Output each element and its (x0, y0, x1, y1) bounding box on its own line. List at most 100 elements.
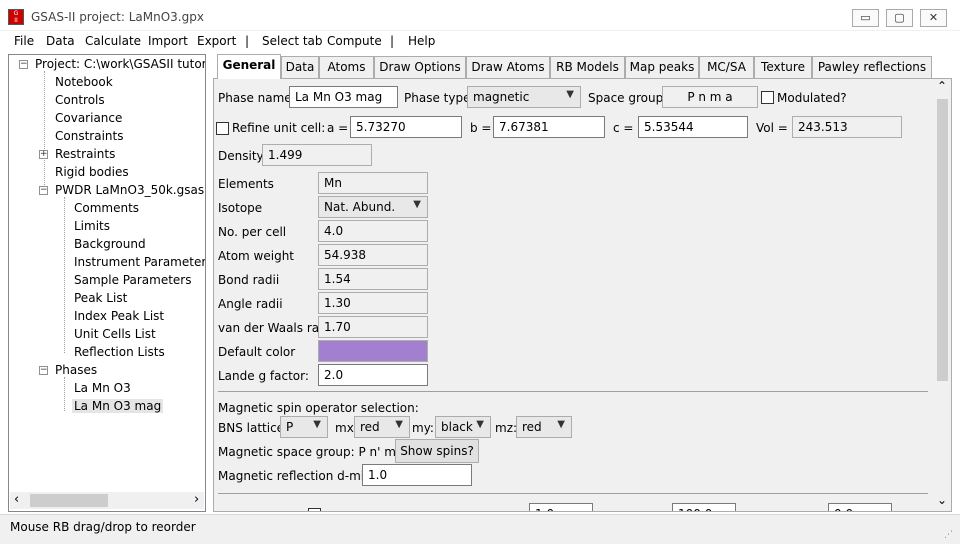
tab-texture[interactable]: Texture (754, 56, 812, 78)
tab-mc-sa[interactable]: MC/SA (699, 56, 754, 78)
tree-horizontal-scrollbar[interactable]: ‹ › (10, 492, 204, 509)
tree-item-notebook[interactable]: Notebook (55, 75, 113, 89)
modulated-label: Modulated? (777, 91, 847, 105)
cell-c-field[interactable]: 5.53544 (638, 116, 748, 138)
scroll-left-icon[interactable]: ‹ (14, 492, 19, 507)
refine-cell-checkbox[interactable] (216, 122, 229, 135)
angle-radii-value[interactable]: 1.30 (318, 292, 428, 314)
menu-export[interactable]: Export (197, 34, 236, 48)
tree-item-restraints[interactable]: Restraints (55, 147, 115, 161)
mz-color-select[interactable]: red ▼ (516, 416, 572, 438)
tree-item-rigid-bodies[interactable]: Rigid bodies (55, 165, 129, 179)
tab-map-peaks[interactable]: Map peaks (625, 56, 699, 78)
title-bar[interactable]: G II GSAS-II project: LaMnO3.gpx ▭ ▢ ✕ (0, 0, 960, 31)
menu-file[interactable]: File (14, 34, 34, 48)
menu-compute[interactable]: Compute (327, 34, 382, 48)
menu-help[interactable]: Help (408, 34, 435, 48)
close-button[interactable]: ✕ (920, 9, 947, 27)
maximize-button[interactable]: ▢ (886, 9, 913, 27)
a-label: a = (327, 121, 349, 135)
tree-item-controls[interactable]: Controls (55, 93, 105, 107)
phase-name-field[interactable]: La Mn O3 mag (289, 86, 398, 108)
bns-lattice-select[interactable]: P ▼ (280, 416, 328, 438)
collapse-icon[interactable]: − (39, 366, 48, 375)
space-group-field[interactable]: P n m a (662, 86, 758, 108)
tab-draw-options[interactable]: Draw Options (374, 56, 466, 78)
scroll-up-icon[interactable]: ⌃ (937, 79, 947, 93)
tree-item-covariance[interactable]: Covariance (55, 111, 122, 125)
scroll-down-icon[interactable]: ⌄ (937, 493, 947, 507)
b-label: b = (470, 121, 492, 135)
default-color-swatch[interactable] (318, 340, 428, 362)
cell-volume-field[interactable]: 243.513 (792, 116, 902, 138)
magnetic-space-group-label: Magnetic space group: P n' m a' (218, 445, 411, 459)
partial-field-2[interactable]: 100.0 (672, 503, 736, 511)
tree-item-constraints[interactable]: Constraints (55, 129, 123, 143)
atom-weight-value[interactable]: 54.938 (318, 244, 428, 266)
menu-select-tab[interactable]: Select tab (262, 34, 323, 48)
tree-connector (64, 197, 65, 353)
tree-item-unit-cells-list[interactable]: Unit Cells List (74, 327, 156, 341)
phase-type-value: magnetic (473, 90, 530, 104)
panel-vertical-scrollbar[interactable]: ⌃ ⌄ (934, 79, 951, 511)
tree-item-background[interactable]: Background (74, 237, 146, 251)
vdw-radii-value[interactable]: 1.70 (318, 316, 428, 338)
show-spins-button[interactable]: Show spins? (395, 439, 479, 463)
tree-item-phase-lamno3-mag[interactable]: La Mn O3 mag (72, 399, 164, 413)
cell-a-field[interactable]: 5.73270 (350, 116, 462, 138)
mx-color-select[interactable]: red ▼ (354, 416, 410, 438)
phase-type-select[interactable]: magnetic ▼ (467, 86, 581, 108)
bond-radii-label: Bond radii (218, 273, 280, 287)
collapse-icon[interactable]: − (39, 186, 48, 195)
dmin-label: Magnetic reflection d-min: (218, 469, 376, 483)
density-field[interactable]: 1.499 (262, 144, 372, 166)
lande-g-field[interactable]: 2.0 (318, 364, 428, 386)
tree-item-sample-parameters[interactable]: Sample Parameters (74, 273, 192, 287)
chevron-down-icon: ▼ (395, 419, 403, 430)
collapse-icon[interactable]: − (19, 60, 28, 69)
tab-rb-models[interactable]: RB Models (550, 56, 625, 78)
my-label: my: (412, 421, 434, 435)
partial-field-3[interactable]: 0.0 (828, 503, 892, 511)
bond-radii-value[interactable]: 1.54 (318, 268, 428, 290)
scroll-right-icon[interactable]: › (194, 492, 199, 507)
elements-value[interactable]: Mn (318, 172, 428, 194)
scrollbar-thumb[interactable] (30, 494, 108, 507)
tab-atoms[interactable]: Atoms (319, 56, 374, 78)
dmin-field[interactable]: 1.0 (362, 464, 472, 486)
tree-item-phases[interactable]: Phases (55, 363, 97, 377)
tree-item-comments[interactable]: Comments (74, 201, 139, 215)
minimize-button[interactable]: ▭ (852, 9, 879, 27)
tree-item-phase-lamno3[interactable]: La Mn O3 (74, 381, 131, 395)
angle-radii-label: Angle radii (218, 297, 283, 311)
partial-field-1[interactable]: 1.0 (529, 503, 593, 511)
data-tree[interactable]: − Project: C:\work\GSASII tutorials Note… (8, 54, 206, 512)
tab-pawley-reflections[interactable]: Pawley reflections (812, 56, 932, 78)
tab-data[interactable]: Data (281, 56, 319, 78)
chevron-down-icon: ▼ (476, 419, 484, 430)
modulated-checkbox[interactable] (761, 91, 774, 104)
scrollbar-thumb[interactable] (937, 99, 948, 381)
tree-item-peak-list[interactable]: Peak List (74, 291, 127, 305)
tree-item-index-peak-list[interactable]: Index Peak List (74, 309, 164, 323)
my-color-select[interactable]: black ▼ (435, 416, 491, 438)
menu-data[interactable]: Data (46, 34, 75, 48)
tree-item-limits[interactable]: Limits (74, 219, 110, 233)
menu-calculate[interactable]: Calculate (85, 34, 141, 48)
isotope-select[interactable]: Nat. Abund. ▼ (318, 196, 428, 218)
tree-item-reflection-lists[interactable]: Reflection Lists (74, 345, 165, 359)
no-per-cell-value[interactable]: 4.0 (318, 220, 428, 242)
tree-connector (64, 377, 65, 411)
resize-grip-icon[interactable]: ⋰ (944, 530, 954, 540)
tree-item-instrument-parameters[interactable]: Instrument Parameters (74, 255, 205, 269)
tab-draw-atoms[interactable]: Draw Atoms (466, 56, 550, 78)
menu-import[interactable]: Import (148, 34, 188, 48)
space-group-label: Space group: (588, 91, 668, 105)
tree-item-project[interactable]: Project: C:\work\GSASII tutorials (35, 57, 205, 71)
tree-item-pwdr[interactable]: PWDR LaMnO3_50k.gsas Ban (55, 183, 205, 197)
isotope-value: Nat. Abund. (324, 200, 396, 214)
partial-checkbox[interactable] (308, 508, 321, 511)
cell-b-field[interactable]: 7.67381 (493, 116, 605, 138)
tab-general[interactable]: General (217, 54, 281, 79)
expand-icon[interactable]: + (39, 150, 48, 159)
